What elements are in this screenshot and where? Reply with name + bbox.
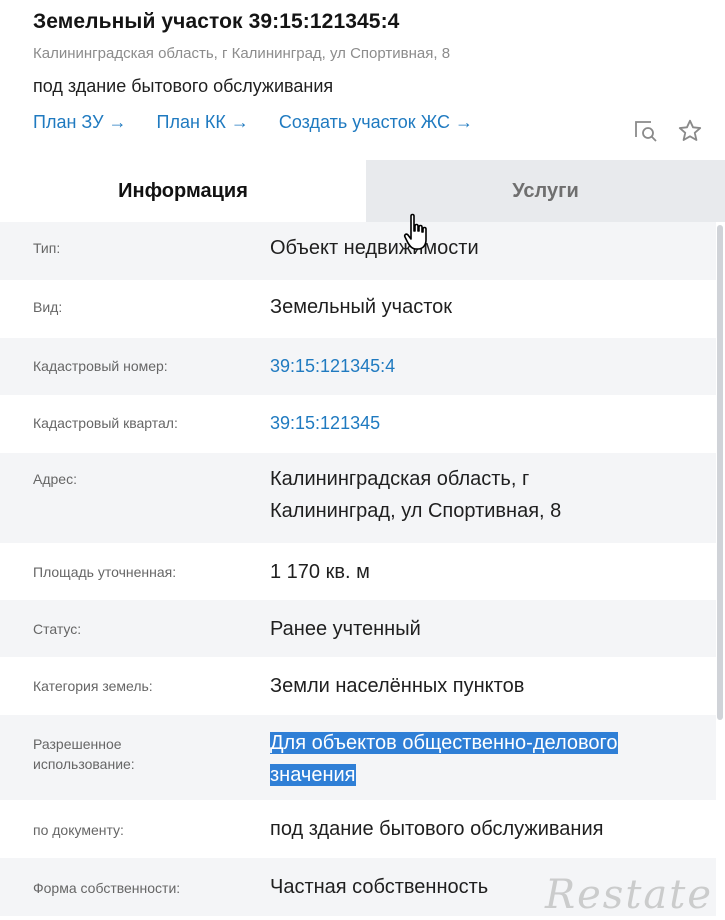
info-row-by-document: по документу: под здание бытового обслуж… bbox=[0, 800, 716, 858]
scrollbar[interactable] bbox=[717, 225, 723, 720]
info-table: Тип: Объект недвижимости Вид: Земельный … bbox=[0, 222, 716, 916]
row-label: Адрес: bbox=[33, 471, 77, 487]
info-row-kind: Вид: Земельный участок bbox=[0, 280, 716, 338]
info-row-type: Тип: Объект недвижимости bbox=[0, 222, 716, 280]
star-icon[interactable] bbox=[677, 118, 703, 144]
info-row-permitted-use: Разрешенное использование: Для объектов … bbox=[0, 715, 716, 800]
cadastral-number-link[interactable]: 39:15:121345:4 bbox=[270, 350, 716, 382]
info-row-area: Площадь уточненная: 1 170 кв. м bbox=[0, 543, 716, 600]
info-row-land-category: Категория земель: Земли населённых пункт… bbox=[0, 657, 716, 715]
selected-text: Для объектов общественно-делового значен… bbox=[270, 732, 618, 786]
plan-kk-link[interactable]: План КК → bbox=[157, 112, 249, 133]
row-value: под здание бытового обслуживания bbox=[270, 818, 604, 840]
info-row-cadastral-quarter: Кадастровый квартал: 39:15:121345 bbox=[0, 395, 716, 453]
cadastral-quarter-link[interactable]: 39:15:121345 bbox=[270, 407, 716, 439]
row-label: Тип: bbox=[33, 240, 61, 256]
plan-zu-link[interactable]: План ЗУ → bbox=[33, 112, 127, 133]
row-value: Ранее учтенный bbox=[270, 618, 421, 640]
info-row-status: Статус: Ранее учтенный bbox=[0, 600, 716, 657]
address-subtitle: Калининградская область, г Калининград, … bbox=[33, 45, 451, 62]
row-value: 1 170 кв. м bbox=[270, 561, 370, 583]
object-header: Земельный участок 39:15:121345:4 Калинин… bbox=[0, 0, 725, 160]
row-value: Земли населённых пунктов bbox=[270, 675, 525, 697]
purpose-text: под здание бытового обслуживания bbox=[33, 76, 334, 96]
row-value: Земельный участок bbox=[270, 296, 453, 318]
hand-cursor-icon bbox=[403, 213, 431, 258]
row-label: Кадастровый квартал: bbox=[33, 415, 178, 431]
row-label: Площадь уточненная: bbox=[33, 564, 177, 580]
watermark-logo: Restate bbox=[545, 872, 713, 918]
row-label: Форма собственности: bbox=[33, 880, 181, 896]
info-row-address: Адрес: Калининградская область, г Калини… bbox=[0, 453, 716, 543]
info-row-cadastral-number: Кадастровый номер: 39:15:121345:4 bbox=[0, 338, 716, 395]
row-value-selected: Для объектов общественно-делового значен… bbox=[270, 727, 716, 791]
row-label: по документу: bbox=[33, 822, 124, 838]
row-label: Вид: bbox=[33, 299, 63, 315]
tab-bar: Информация Услуги bbox=[0, 160, 725, 222]
tab-information[interactable]: Информация bbox=[0, 160, 366, 222]
row-label: Категория земель: bbox=[33, 678, 153, 694]
header-links: План ЗУ → План КК → Создать участок ЖС → bbox=[33, 112, 705, 133]
row-label: Кадастровый номер: bbox=[33, 358, 168, 374]
row-label: Разрешенное использование: bbox=[33, 736, 135, 772]
header-actions bbox=[633, 118, 703, 144]
row-value: Объект недвижимости bbox=[270, 237, 479, 259]
row-value: Калининградская область, г Калининград, … bbox=[270, 468, 562, 522]
row-label: Статус: bbox=[33, 621, 82, 637]
zoom-search-icon[interactable] bbox=[633, 118, 659, 144]
page-title: Земельный участок 39:15:121345:4 bbox=[33, 10, 400, 33]
create-zhs-link[interactable]: Создать участок ЖС → bbox=[279, 112, 473, 133]
